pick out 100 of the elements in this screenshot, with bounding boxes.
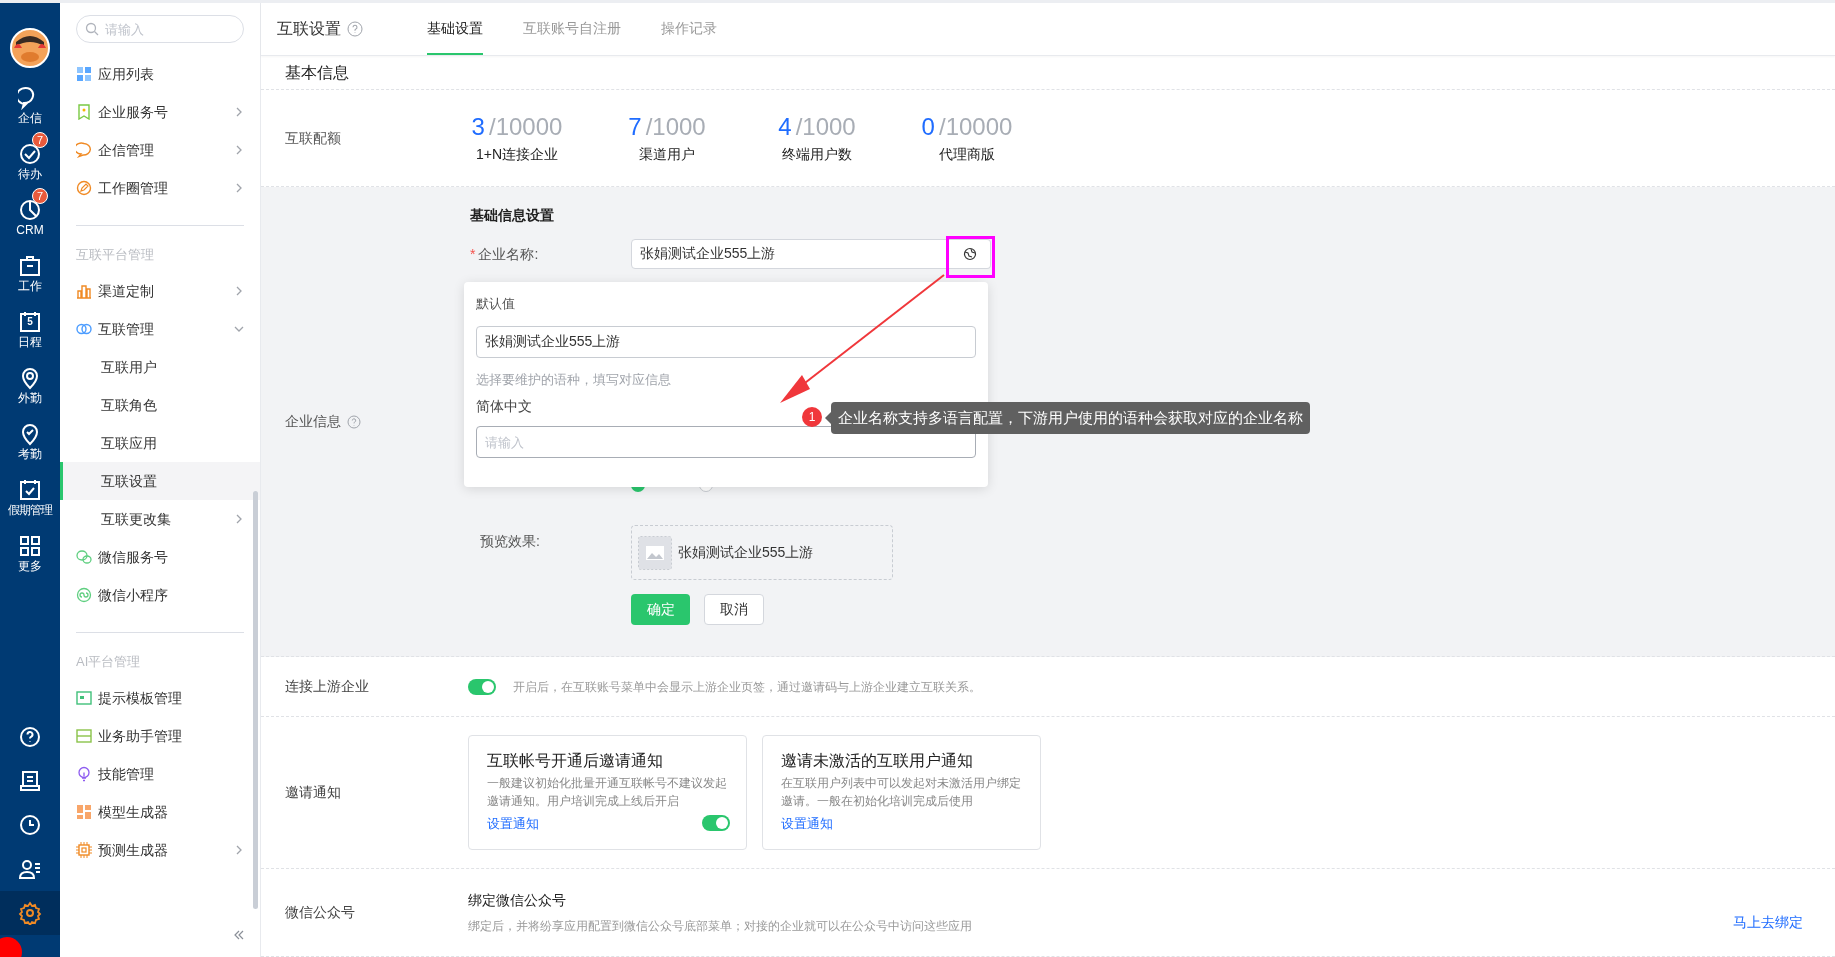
- check-circle-icon: [18, 142, 42, 166]
- hint-text: 选择要维护的语种，填写对应信息: [476, 371, 672, 388]
- field-label: 预览效果:: [479, 532, 541, 551]
- sidebar-subitem[interactable]: 互联应用: [60, 424, 260, 462]
- cancel-button[interactable]: 取消: [704, 594, 764, 625]
- input-field[interactable]: 请输入: [476, 426, 976, 458]
- scrollbar[interactable]: [253, 491, 258, 909]
- grid-icon: [76, 66, 92, 82]
- section-subtitle: 绑定微信公众号: [468, 891, 567, 910]
- rail-label: 假期管理: [8, 502, 52, 518]
- chevron-icon: [234, 514, 244, 524]
- chevron-icon: [234, 845, 244, 855]
- rail-item[interactable]: 工作: [1, 254, 59, 300]
- rail-label: 企信: [18, 110, 42, 126]
- section-heading: AI平台管理: [75, 653, 142, 672]
- sidebar-item[interactable]: 业务助手管理: [60, 717, 260, 755]
- rail-item[interactable]: 外勤: [1, 366, 59, 412]
- tooltip-pointer-icon: [825, 412, 831, 424]
- count-badge: 7: [32, 188, 48, 204]
- row-label: 微信公众号: [284, 903, 356, 922]
- section-title: 基本信息: [285, 62, 349, 83]
- toggle-switch[interactable]: [468, 678, 496, 695]
- chevron-icon: [234, 145, 244, 155]
- briefcase-icon: [18, 254, 42, 278]
- calendar-day: 5: [18, 317, 42, 327]
- highlight-frame: [946, 236, 995, 278]
- wechat-icon: [76, 549, 92, 565]
- quota-used: 3: [471, 111, 485, 142]
- rail-label: 外勤: [18, 390, 42, 406]
- sidebar-item[interactable]: 技能管理: [60, 755, 260, 793]
- sidebar-item[interactable]: 企信管理: [60, 131, 260, 169]
- help-icon: [18, 725, 42, 749]
- rail-item[interactable]: 更多: [1, 534, 59, 580]
- count-badge: 7: [32, 132, 48, 148]
- sidebar-item[interactable]: 预测生成器: [60, 831, 260, 869]
- setup-link[interactable]: 设置通知: [487, 814, 539, 834]
- quota-label: 终端用户数: [782, 144, 852, 164]
- field-label: 简体中文: [476, 397, 533, 416]
- sidebar-subitem[interactable]: 互联角色: [60, 386, 260, 424]
- rail-label: 考勤: [18, 446, 42, 462]
- sidebar-item[interactable]: 企业服务号: [60, 93, 260, 131]
- chat-bubble-icon: [76, 142, 92, 158]
- rail-label: 更多: [18, 558, 42, 574]
- image-placeholder-icon: [638, 535, 672, 570]
- page-title: 互联设置: [277, 19, 341, 39]
- row-label: 互联配额: [285, 128, 342, 148]
- blocks-icon: [76, 804, 92, 820]
- rail-button[interactable]: [0, 891, 60, 935]
- quota-used: 0: [921, 111, 935, 142]
- help-icon: [347, 414, 361, 429]
- rail-item[interactable]: 假期管理: [1, 478, 59, 524]
- rail-item[interactable]: 企信: [1, 86, 59, 132]
- chevron-icon: [234, 286, 244, 296]
- bind-link[interactable]: 马上去绑定: [1733, 912, 1803, 933]
- sidebar-subitem[interactable]: 互联更改集: [60, 500, 260, 538]
- chevron-icon: [234, 107, 244, 117]
- rail-item[interactable]: 考勤: [1, 422, 59, 468]
- bookmark-icon: [76, 104, 92, 120]
- quota-total: /1000: [645, 111, 706, 142]
- row-label: 企业信息: [285, 412, 341, 431]
- search-field[interactable]: 请输入: [76, 15, 244, 43]
- field-label: 默认值: [476, 295, 516, 313]
- card-title: 邀请未激活的互联用户通知: [781, 751, 974, 771]
- sidebar-item[interactable]: 工作圈管理: [60, 169, 260, 207]
- sidebar-item[interactable]: 微信服务号: [60, 538, 260, 576]
- chevron-icon: [234, 324, 244, 334]
- input-field[interactable]: 张娟测试企业555上游: [476, 326, 976, 358]
- sidebar-item[interactable]: 应用列表: [60, 55, 260, 93]
- sidebar-subitem[interactable]: 互联用户: [60, 348, 260, 386]
- chevron-icon: [234, 183, 244, 193]
- company-name: 张娟测试企业555上游: [678, 543, 814, 562]
- language-button[interactable]: [949, 239, 991, 269]
- template-icon: [76, 690, 92, 706]
- collapse-icon[interactable]: [233, 929, 245, 941]
- rail-item[interactable]: 5 日程: [1, 310, 59, 356]
- pencil-circle-icon: [76, 180, 92, 196]
- quota-used: 7: [628, 111, 642, 142]
- section-heading: 互联平台管理: [75, 246, 155, 265]
- search-icon: [85, 22, 99, 36]
- quota-total: /10000: [938, 111, 1013, 142]
- globe-icon: [962, 247, 977, 261]
- rail-label: 工作: [18, 278, 42, 294]
- row-label: 邀请通知: [284, 783, 342, 802]
- sidebar-item[interactable]: 互联管理: [60, 310, 260, 348]
- field-label: 企业名称:: [478, 244, 539, 264]
- card-title: 互联帐号开通后邀请通知: [487, 751, 664, 771]
- sidebar-item[interactable]: 渠道定制: [60, 272, 260, 310]
- tab[interactable]: 基础设置: [427, 3, 483, 55]
- clock-icon: [18, 813, 42, 837]
- bar-chart-icon: [76, 283, 92, 299]
- settings-icon: [18, 901, 42, 925]
- sidebar-subitem[interactable]: 互联设置: [60, 462, 260, 500]
- input-field[interactable]: 张娟测试企业555上游: [631, 239, 949, 269]
- contacts-icon: [18, 857, 42, 881]
- setup-link[interactable]: 设置通知: [781, 814, 833, 834]
- sidebar-item[interactable]: 提示模板管理: [60, 679, 260, 717]
- sidebar-item[interactable]: 微信小程序: [60, 576, 260, 614]
- row-label: 连接上游企业: [284, 677, 370, 696]
- toggle-switch[interactable]: [702, 815, 730, 831]
- sidebar-item[interactable]: 模型生成器: [60, 793, 260, 831]
